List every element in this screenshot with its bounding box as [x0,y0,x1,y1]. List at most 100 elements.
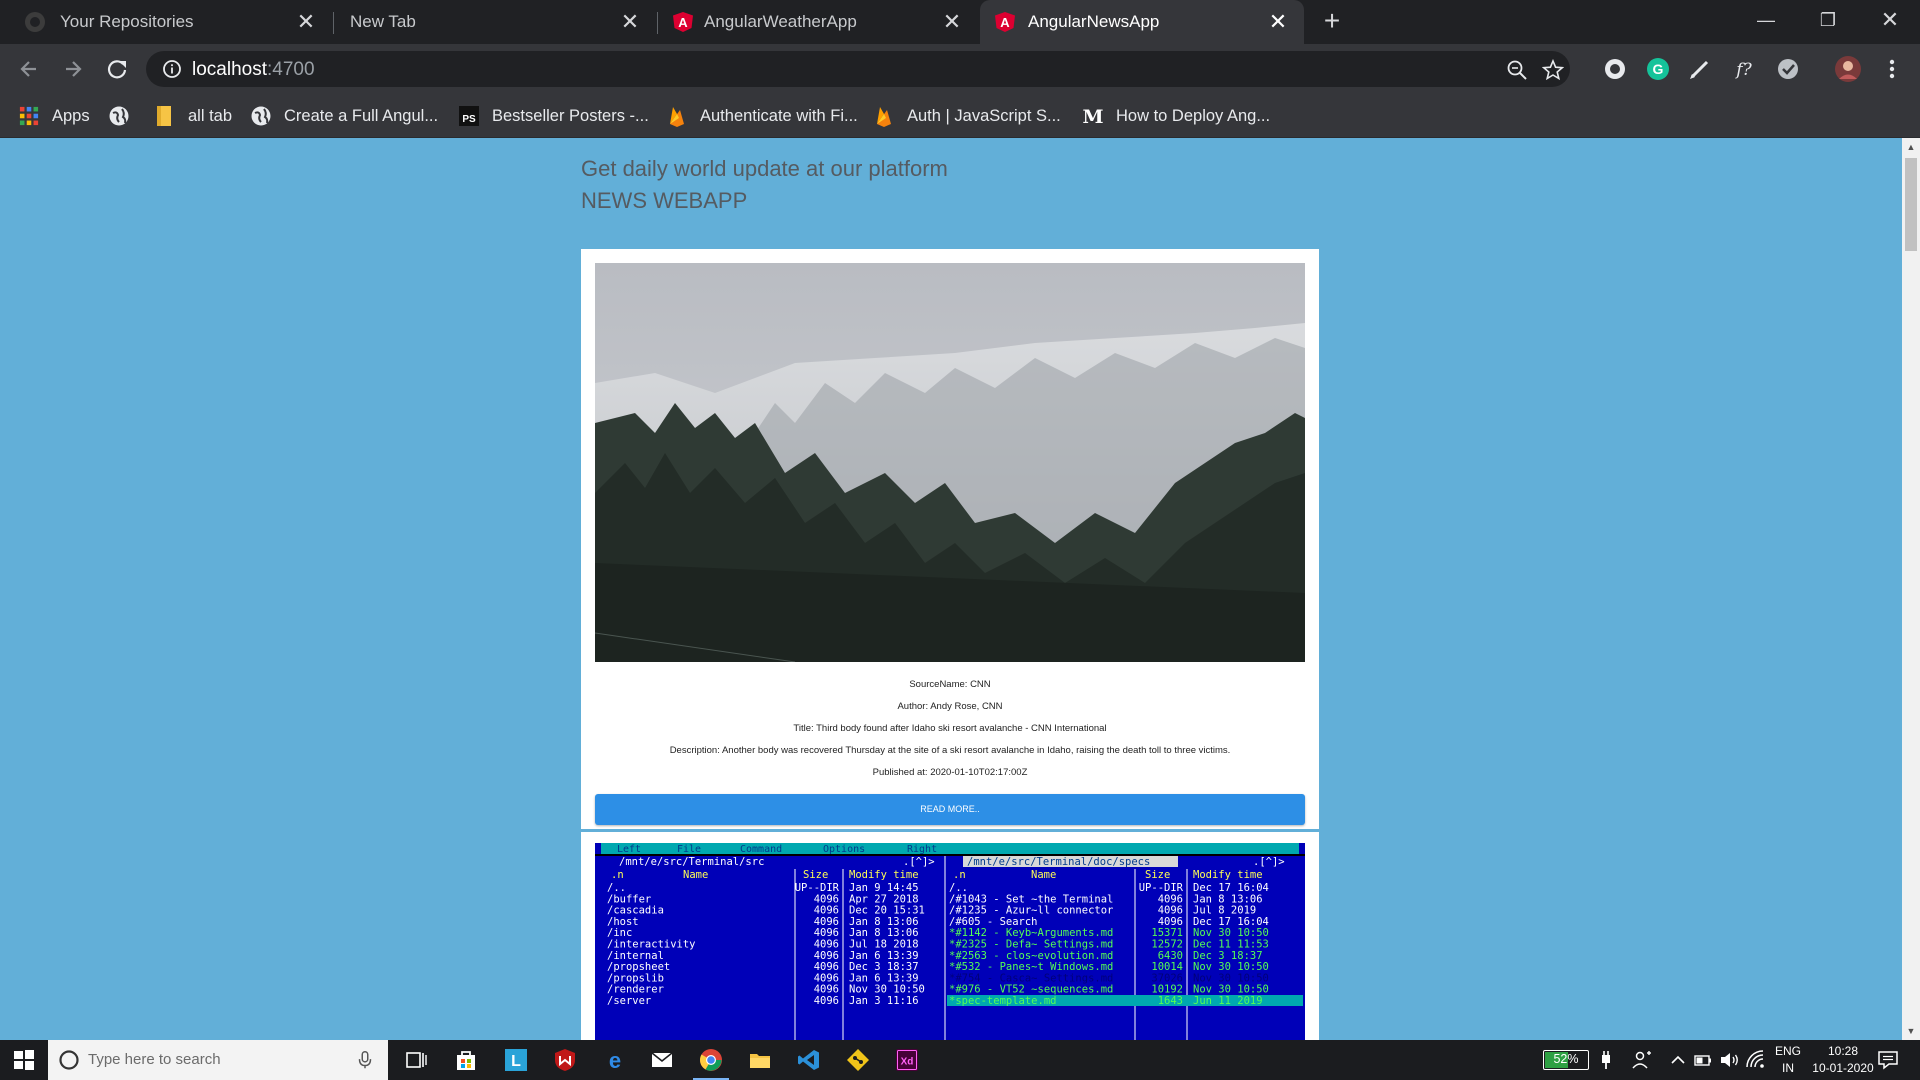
svg-text:A: A [678,15,688,30]
mc-cell: UP--DIR [1139,882,1184,894]
mc-cell: /#605 - Search [949,916,1038,928]
adobe-xd-icon[interactable]: Xd [895,1048,919,1072]
tab-angular-news-app[interactable]: A AngularNewsApp ✕ [980,0,1304,44]
file-explorer-icon[interactable] [748,1048,772,1072]
mc-cell: 4096 [814,950,839,962]
extension-check-icon[interactable] [1774,55,1802,83]
mc-cell: 4096 [1158,893,1183,905]
store-icon[interactable] [454,1048,478,1072]
launcher-l-icon[interactable]: L [504,1048,528,1072]
mc-cell: *#2325 - Defa~ Settings.md [949,939,1113,951]
url-port: :4700 [267,59,315,80]
zoom-icon[interactable] [1506,59,1528,81]
mc-header: Size [1145,869,1170,881]
network-battery-icon[interactable] [1692,1048,1716,1072]
mc-cell: Nov 30 10:50 [1193,984,1269,996]
bookmark-bestseller-posters[interactable]: PS Bestseller Posters -... [458,104,649,128]
close-icon[interactable]: ✕ [294,10,318,34]
clock[interactable]: 10:28 10-01-2020 [1798,1044,1888,1075]
site-info-icon[interactable] [162,59,182,79]
bookmark-star-icon[interactable] [1542,59,1564,81]
windows-start-icon[interactable] [12,1048,36,1072]
svg-text:PS: PS [462,114,476,125]
news-card: Left File Command Options Right /mnt/e/s… [581,832,1319,1040]
git-icon[interactable] [846,1048,870,1072]
taskbar-search-box[interactable]: Type here to search [48,1040,388,1080]
bookmark-apps[interactable]: Apps [18,104,90,128]
browser-toolbar: localhost:4700 G f? [0,44,1920,94]
volume-icon[interactable] [1718,1048,1742,1072]
mc-cell: *#754 - Casca~ Settings.md [949,972,1113,984]
restore-icon[interactable]: ❐ [1799,0,1857,40]
battery-indicator[interactable]: 52% [1543,1050,1589,1070]
mc-cell: /.. [607,882,626,894]
mc-cell: 4096 [814,961,839,973]
reload-icon[interactable] [102,54,132,84]
mc-cell: Jul 8 2019 [1193,905,1256,917]
extension-circle-icon[interactable] [1601,55,1629,83]
url-text[interactable]: localhost:4700 [192,59,315,81]
wifi-icon[interactable] [1744,1048,1768,1072]
mc-cell: 15371 [1151,927,1183,939]
tab-your-repositories[interactable]: Your Repositories ✕ [0,0,332,44]
bookmark-auth-javascript[interactable]: Auth | JavaScript S... [873,104,1061,128]
scrollbar-thumb[interactable] [1905,158,1917,251]
formula-icon[interactable]: f? [1730,55,1758,83]
pen-icon[interactable] [1686,55,1714,83]
tab-strip: Your Repositories ✕ New Tab ✕ A AngularW… [0,0,1920,44]
chrome-icon[interactable] [699,1048,723,1072]
mc-header: .n [953,869,966,881]
close-icon[interactable]: ✕ [940,10,964,34]
svg-text:e: e [609,1048,621,1072]
page-scrollbar[interactable]: ▲ ▼ [1902,138,1920,1040]
mcafee-shield-icon[interactable] [553,1048,577,1072]
mc-right-bracket: .[^]> [1253,856,1285,868]
profile-avatar[interactable] [1834,55,1862,83]
close-icon[interactable]: ✕ [1266,10,1290,34]
mc-cell: Dec 11 11:53 [1193,939,1269,951]
scroll-down-arrow-icon[interactable]: ▼ [1906,1026,1916,1036]
show-hidden-icons-chevron-icon[interactable] [1666,1048,1690,1072]
mc-cell: 6430 [1158,950,1183,962]
bookmark-label: Create a Full Angul... [284,106,439,125]
scroll-up-arrow-icon[interactable]: ▲ [1906,142,1916,152]
mc-cell: 4096 [814,916,839,928]
power-plug-icon[interactable] [1594,1048,1618,1072]
svg-text:A: A [1000,15,1010,30]
menu-kebab-icon[interactable] [1878,55,1906,83]
bookmark-create-full-angular[interactable]: Create a Full Angul... [250,104,438,128]
window-close-icon[interactable]: ✕ [1861,0,1919,40]
taskbar-search-placeholder: Type here to search [88,1051,221,1068]
mc-cell: *#1142 - Keyb~Arguments.md [949,927,1113,939]
back-arrow-icon[interactable] [14,54,44,84]
bookmark-authenticate-firebase[interactable]: Authenticate with Fi... [666,104,858,128]
mc-cell: Jun 11 2019 [1193,995,1263,1007]
bookmark-globe[interactable] [108,104,130,128]
new-tab-plus-icon[interactable]: + [1318,7,1346,36]
bookmark-how-to-deploy[interactable]: M How to Deploy Ang... [1082,104,1270,128]
action-center-icon[interactable] [1876,1048,1900,1072]
grammarly-icon[interactable]: G [1644,55,1672,83]
mc-menu-item: Left [617,844,641,855]
mc-cell: Nov 30 10:50 [1193,972,1269,984]
minimize-icon[interactable]: — [1737,0,1795,40]
url-host: localhost [192,59,267,80]
tab-new-tab[interactable]: New Tab ✕ [334,0,656,44]
address-bar[interactable]: localhost:4700 [146,51,1570,87]
tab-angular-weather-app[interactable]: A AngularWeatherApp ✕ [658,0,978,44]
bookmark-all-tab[interactable]: all tab [154,104,232,128]
mc-cell: Jan 3 11:16 [849,995,919,1007]
people-icon[interactable] [1630,1048,1654,1072]
read-more-button[interactable]: READ MORE.. [595,794,1305,825]
clock-date: 10-01-2020 [1812,1061,1874,1075]
mc-header: Modify time [849,869,919,881]
edge-icon[interactable]: e [603,1048,627,1072]
vscode-icon[interactable] [797,1048,821,1072]
close-icon[interactable]: ✕ [618,10,642,34]
forward-arrow-icon[interactable] [58,54,88,84]
mc-cell: 4096 [1158,916,1183,928]
microphone-icon[interactable] [354,1049,376,1071]
angular-icon: A [995,12,1015,32]
task-view-icon[interactable] [404,1048,428,1072]
mail-icon[interactable] [650,1048,674,1072]
